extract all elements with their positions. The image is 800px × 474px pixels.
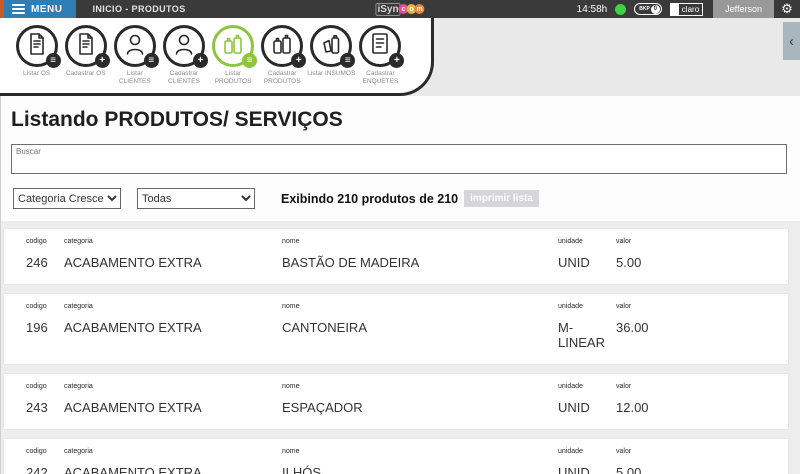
- cell-unidade: UNID: [558, 255, 590, 270]
- toolbar-row: ≡ Listar OS + Cadastrar OS ≡ Listar CLIE…: [0, 18, 800, 96]
- cell-categoria: ACABAMENTO EXTRA: [64, 255, 202, 270]
- product-row[interactable]: codigo categoria nome unidade valor 196 …: [4, 294, 788, 364]
- cell-codigo: 242: [26, 465, 48, 474]
- col-header-unidade: unidade: [558, 448, 583, 455]
- cell-codigo: 246: [26, 255, 48, 270]
- col-header-valor: valor: [616, 303, 632, 310]
- cell-valor: 5.00: [616, 255, 642, 270]
- hamburger-icon: [12, 4, 25, 14]
- content-header: Listando PRODUTOS/ SERVIÇOS Categoria Cr…: [0, 96, 800, 221]
- col-header-nome: nome: [282, 238, 300, 245]
- cell-nome: ILHÓS: [282, 465, 322, 474]
- app-logo: iSyn c o m: [375, 0, 425, 18]
- col-header-valor: valor: [616, 238, 632, 245]
- plus-badge-icon: +: [94, 53, 110, 68]
- topbar-right: 14:58h BKP 0 claro Jefferson ⚙: [577, 0, 800, 18]
- toolbar-item-cadastrar-produtos[interactable]: + Cadastrar PRODUTOS: [258, 25, 307, 93]
- cell-categoria: ACABAMENTO EXTRA: [64, 320, 202, 335]
- logo-letter-m: m: [414, 4, 425, 14]
- backup-badge: BKP 0: [634, 3, 662, 15]
- plus-badge-icon: +: [192, 53, 208, 68]
- product-row[interactable]: codigo categoria nome unidade valor 246 …: [4, 229, 788, 284]
- cell-nome: CANTONEIRA: [282, 320, 367, 335]
- col-header-nome: nome: [282, 448, 300, 455]
- plus-badge-icon: +: [389, 53, 405, 68]
- cell-categoria: ACABAMENTO EXTRA: [64, 465, 202, 474]
- menu-button[interactable]: MENU: [4, 0, 77, 18]
- product-row[interactable]: codigo categoria nome unidade valor 242 …: [4, 439, 788, 474]
- logo-text: iSyn: [375, 2, 401, 16]
- toolbar-item-cadastrar-clientes[interactable]: + Cadastrar CLIENTES: [159, 25, 208, 93]
- backup-label: BKP: [639, 6, 650, 12]
- col-header-categoria: categoria: [64, 448, 93, 455]
- products-list-icon: [221, 31, 245, 62]
- col-header-nome: nome: [282, 303, 300, 310]
- cell-categoria: ACABAMENTO EXTRA: [64, 400, 202, 415]
- col-header-unidade: unidade: [558, 383, 583, 390]
- menu-label: MENU: [31, 3, 63, 15]
- col-header-valor: valor: [616, 448, 632, 455]
- col-header-unidade: unidade: [558, 303, 583, 310]
- col-header-categoria: categoria: [64, 383, 93, 390]
- col-header-categoria: categoria: [64, 238, 93, 245]
- collapse-panel-tab[interactable]: ‹: [783, 22, 800, 60]
- product-list: codigo categoria nome unidade valor 246 …: [0, 221, 800, 474]
- clock-label: 14:58h: [576, 3, 608, 15]
- product-row[interactable]: codigo categoria nome unidade valor 243 …: [4, 374, 788, 429]
- cell-unidade: UNID: [558, 400, 590, 415]
- toolbar-item-listar-os[interactable]: ≡ Listar OS: [12, 25, 61, 93]
- col-header-categoria: categoria: [64, 303, 93, 310]
- document-plus-icon: [74, 31, 98, 62]
- list-badge-icon: ≡: [143, 53, 159, 68]
- search-input[interactable]: [11, 144, 787, 174]
- col-header-codigo: codigo: [26, 303, 47, 310]
- results-count: Exibindo 210 produtos de 210: [281, 191, 459, 206]
- list-badge-icon: ≡: [340, 53, 356, 68]
- toolbar-item-cadastrar-enquetes[interactable]: + Cadastrar ENQUETES: [356, 25, 405, 93]
- top-bar: MENU INICIO - PRODUTOS iSyn c o m 14:58h…: [0, 0, 800, 18]
- cell-nome: BASTÃO DE MADEIRA: [282, 255, 420, 270]
- breadcrumb: INICIO - PRODUTOS: [92, 4, 186, 14]
- document-list-icon: [25, 31, 49, 62]
- list-controls: Categoria Crescente Todas Exibindo 210 p…: [13, 188, 788, 209]
- carrier-name: claro: [681, 4, 700, 14]
- cell-valor: 5.00: [616, 465, 642, 474]
- cell-codigo: 196: [26, 320, 48, 335]
- print-list-button[interactable]: imprimir lista: [464, 190, 539, 207]
- person-plus-icon: [172, 31, 196, 62]
- list-badge-icon: ≡: [45, 53, 61, 68]
- col-header-codigo: codigo: [26, 448, 47, 455]
- col-header-codigo: codigo: [26, 383, 47, 390]
- cell-nome: ESPAÇADOR: [282, 400, 363, 415]
- carrier-level-icon: [670, 2, 679, 16]
- toolbar-item-cadastrar-os[interactable]: + Cadastrar OS: [61, 25, 110, 93]
- cell-unidade: UNID: [558, 465, 590, 474]
- carrier-indicator: claro: [669, 2, 704, 16]
- cell-valor: 36.00: [616, 320, 649, 335]
- cell-codigo: 243: [26, 400, 48, 415]
- user-button[interactable]: Jefferson: [713, 0, 774, 18]
- col-header-valor: valor: [616, 383, 632, 390]
- settings-gear-icon[interactable]: ⚙: [774, 0, 800, 18]
- col-header-codigo: codigo: [26, 238, 47, 245]
- page-title: Listando PRODUTOS/ SERVIÇOS: [11, 108, 343, 131]
- toolbar-item-listar-clientes[interactable]: ≡ Listar CLIENTES: [110, 25, 159, 93]
- toolbar-panel: ≡ Listar OS + Cadastrar OS ≡ Listar CLIE…: [0, 18, 434, 96]
- cell-unidade: M-LINEAR: [558, 320, 605, 350]
- person-list-icon: [123, 31, 147, 62]
- backup-count: 0: [650, 4, 660, 14]
- sort-select[interactable]: Categoria Crescente: [13, 188, 121, 209]
- col-header-unidade: unidade: [558, 238, 583, 245]
- plus-badge-icon: +: [291, 53, 307, 68]
- toolbar-item-listar-produtos[interactable]: ≡ Listar PRODUTOS: [209, 25, 258, 93]
- toolbar-item-listar-insumos[interactable]: ≡ Listar INSUMOS: [307, 25, 356, 93]
- category-select[interactable]: Todas: [137, 188, 255, 209]
- chevron-left-icon: ‹: [789, 32, 794, 50]
- list-badge-icon: ≡: [242, 53, 258, 68]
- col-header-nome: nome: [282, 383, 300, 390]
- cell-valor: 12.00: [616, 400, 649, 415]
- status-indicator-icon: [615, 3, 627, 15]
